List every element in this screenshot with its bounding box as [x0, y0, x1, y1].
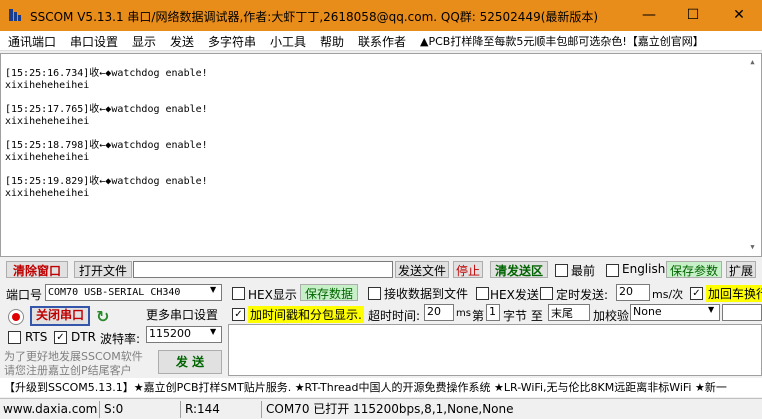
refresh-icon[interactable]: ↻: [96, 307, 109, 326]
menu-display[interactable]: 显示: [132, 33, 156, 50]
recv-to-file-label: 接收数据到文件: [384, 287, 469, 301]
expand-button[interactable]: 扩展: [726, 261, 756, 278]
hex-send-checkbox[interactable]: [476, 287, 489, 300]
timeout-label: 超时时间:: [368, 309, 421, 323]
stop-button[interactable]: 停止: [453, 261, 483, 278]
recv-to-file-checkbox[interactable]: [368, 287, 381, 300]
menu-multi-string[interactable]: 多字符串: [208, 33, 256, 50]
topmost-label: 最前: [571, 264, 596, 278]
receive-line: [15:25:16.734]收←◆watchdog enable!: [5, 68, 208, 79]
receive-area[interactable]: [15:25:16.734]收←◆watchdog enable! xixihe…: [0, 53, 762, 257]
receive-line: xixiheheheihei: [5, 80, 90, 91]
rts-label: RTS: [25, 330, 48, 344]
rts-checkbox[interactable]: [8, 331, 21, 344]
open-file-button[interactable]: 打开文件: [74, 261, 132, 278]
toolbar-row: 清除窗口 打开文件 发送文件 停止 清发送区 最前 English 保存参数 扩…: [0, 258, 762, 280]
receive-line: [15:25:19.829]收←◆watchdog enable!: [5, 176, 208, 187]
more-settings-link[interactable]: 更多串口设置: [146, 306, 218, 323]
receive-line: [15:25:18.798]收←◆watchdog enable!: [5, 140, 208, 151]
clear-window-button[interactable]: 清除窗口: [6, 261, 68, 278]
send-button[interactable]: 发 送: [158, 350, 222, 374]
status-received: R:144: [182, 401, 262, 418]
send-file-button[interactable]: 发送文件: [395, 261, 449, 278]
dtr-label: DTR: [71, 330, 96, 344]
interval-unit: ms/次: [652, 288, 684, 301]
menu-help[interactable]: 帮助: [320, 33, 344, 50]
byte-to-label: 字节 至: [503, 309, 543, 323]
receive-line: xixiheheheihei: [5, 152, 90, 163]
menu-pcb-ad[interactable]: ▲PCB打样降至每款5元顺丰包邮可选杂色!【嘉立创官网】: [420, 33, 704, 49]
chevron-down-icon: ▼: [210, 285, 217, 294]
receive-line: xixiheheheihei: [5, 188, 90, 199]
checksum-select[interactable]: None: [630, 304, 720, 321]
english-label: English: [622, 262, 666, 276]
menu-bar: 通讯端口 串口设置 显示 发送 多字符串 小工具 帮助 联系作者 ▲PCB打样降…: [0, 31, 762, 51]
hex-display-label: HEX显示: [248, 288, 297, 302]
menu-serial-settings[interactable]: 串口设置: [70, 33, 118, 50]
add-crlf-checkbox[interactable]: ✓: [690, 287, 703, 300]
scroll-up-icon[interactable]: ▲: [745, 55, 760, 70]
menu-comm-port[interactable]: 通讯端口: [8, 33, 56, 50]
port-status-icon: [8, 309, 24, 325]
status-sent: S:0: [101, 401, 181, 418]
ad-ticker[interactable]: 【升级到SSCOM5.13.1】★嘉立创PCB打样SMT贴片服务. ★RT-Th…: [0, 378, 762, 397]
scroll-down-icon[interactable]: ▼: [745, 240, 760, 255]
receive-line: xixiheheheihei: [5, 116, 90, 127]
port-label: 端口号: [6, 288, 43, 302]
timeout-input[interactable]: 20: [424, 304, 454, 321]
timestamp-checkbox[interactable]: ✓: [232, 308, 245, 321]
send-text-area[interactable]: [228, 324, 762, 376]
status-bar: www.daxia.com S:0 R:144 COM70 已打开 115200…: [0, 398, 762, 419]
interval-input[interactable]: 20: [616, 284, 650, 301]
receive-line: [15:25:17.765]收←◆watchdog enable!: [5, 104, 208, 115]
status-url[interactable]: www.daxia.com: [0, 401, 100, 418]
baud-label: 波特率:: [100, 332, 141, 346]
topmost-checkbox[interactable]: [555, 264, 568, 277]
timed-send-checkbox[interactable]: [540, 287, 553, 300]
nth-label: 第: [472, 309, 485, 323]
chevron-down-icon: ▼: [708, 305, 715, 314]
extra-field[interactable]: [722, 304, 762, 321]
port-select[interactable]: COM70 USB-SERIAL CH340: [45, 284, 222, 301]
hex-display-checkbox[interactable]: [232, 287, 245, 300]
timed-send-label: 定时发送:: [556, 288, 609, 302]
end-select[interactable]: 末尾: [548, 304, 590, 321]
app-logo-icon: [8, 7, 24, 23]
timeout-unit: ms: [456, 308, 471, 319]
add-crlf-label: 加回车换行: [706, 285, 762, 302]
window-title: SSCOM V5.13.1 串口/网络数据调试器,作者:大虾丁丁,2618058…: [30, 10, 599, 24]
save-data-button[interactable]: 保存数据: [300, 284, 358, 301]
hex-send-label: HEX发送: [490, 288, 539, 302]
status-port-state: COM70 已打开 115200bps,8,1,None,None: [266, 402, 514, 416]
timestamp-label: 加时间戳和分包显示.: [248, 306, 364, 323]
chevron-down-icon: ▼: [210, 327, 217, 336]
close-button[interactable]: ✕: [716, 0, 762, 31]
minimize-button[interactable]: —: [626, 0, 672, 31]
clear-send-area-button[interactable]: 清发送区: [490, 261, 548, 278]
nth-input[interactable]: 1: [486, 304, 500, 321]
menu-contact[interactable]: 联系作者: [358, 33, 406, 50]
save-params-button[interactable]: 保存参数: [666, 261, 722, 278]
checksum-label: 加校验: [593, 309, 630, 323]
english-checkbox[interactable]: [606, 264, 619, 277]
dtr-checkbox[interactable]: ✓: [54, 331, 67, 344]
maximize-button[interactable]: ☐: [670, 0, 716, 31]
file-path-field[interactable]: [133, 261, 393, 278]
promo-text-2: 请您注册嘉立创P结尾客户: [4, 364, 132, 377]
menu-send[interactable]: 发送: [170, 33, 194, 50]
menu-tools[interactable]: 小工具: [270, 33, 306, 50]
title-bar[interactable]: SSCOM V5.13.1 串口/网络数据调试器,作者:大虾丁丁,2618058…: [0, 0, 762, 31]
close-port-button[interactable]: 关闭串口: [30, 306, 90, 326]
